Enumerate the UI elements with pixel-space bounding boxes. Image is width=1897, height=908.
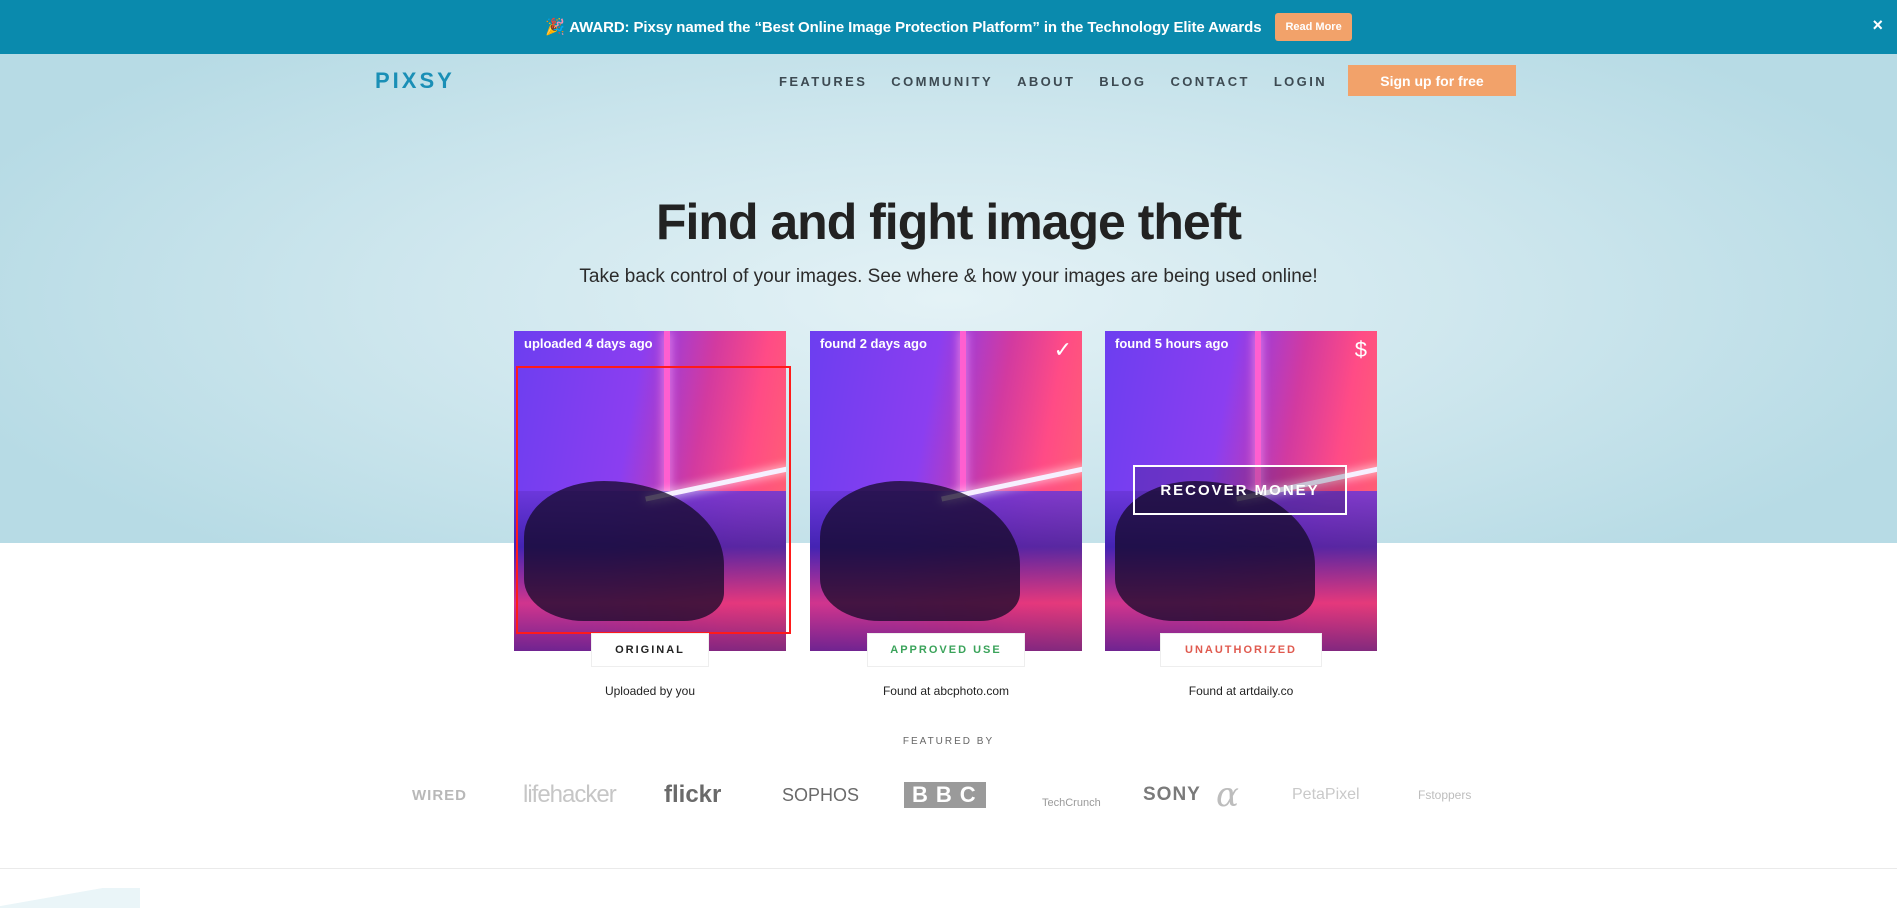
featured-label: FEATURED BY xyxy=(902,736,995,747)
card-caption: Found at artdaily.co xyxy=(1188,684,1294,698)
card-unauthorized: found 5 hours ago $ RECOVER MONEY UNAUTH… xyxy=(1105,331,1377,698)
card-original: uploaded 4 days ago ORIGINAL Uploaded by… xyxy=(514,331,791,698)
trophy-icon: 🎉 xyxy=(545,19,566,36)
card-timestamp: found 2 days ago xyxy=(820,336,927,351)
card-caption: Found at abcphoto.com xyxy=(882,684,1010,698)
flickr-logo: flickr xyxy=(664,781,722,808)
main-nav: FEATURES COMMUNITY ABOUT BLOG CONTACT LO… xyxy=(779,74,1351,89)
badge-label: APPROVED USE xyxy=(890,644,1002,656)
nav-login[interactable]: LOGIN xyxy=(1274,74,1327,89)
page-subtitle: Take back control of your images. See wh… xyxy=(579,266,1318,287)
page-title: Find and fight image theft xyxy=(655,194,1242,250)
read-more-button[interactable]: Read More xyxy=(1275,13,1352,41)
card-timestamp: found 5 hours ago xyxy=(1115,336,1229,351)
badge-label: ORIGINAL xyxy=(615,644,685,656)
status-badge: APPROVED USE xyxy=(867,633,1025,667)
nav-features[interactable]: FEATURES xyxy=(779,74,867,89)
sony-alpha-icon: α xyxy=(1216,775,1239,815)
nav-about[interactable]: ABOUT xyxy=(1017,74,1075,89)
bbc-logo: BBC xyxy=(904,782,986,808)
status-badge: UNAUTHORIZED xyxy=(1160,633,1322,667)
wired-logo: WIRED xyxy=(412,786,467,804)
sophos-logo: SOPHOS xyxy=(782,784,860,805)
selection-box xyxy=(516,366,791,634)
card-image xyxy=(810,331,1082,651)
status-badge: ORIGINAL xyxy=(591,633,709,667)
card-approved: found 2 days ago ✓ APPROVED USE Found at… xyxy=(810,331,1082,698)
fstoppers-logo: Fstoppers xyxy=(1418,788,1472,802)
nav-contact[interactable]: CONTACT xyxy=(1170,74,1249,89)
nav-blog[interactable]: BLOG xyxy=(1099,74,1146,89)
award-banner: 🎉 AWARD: Pixsy named the “Best Online Im… xyxy=(0,0,1897,54)
close-icon[interactable]: × xyxy=(1872,15,1883,36)
signup-button[interactable]: Sign up for free xyxy=(1348,65,1516,96)
award-text: AWARD: Pixsy named the “Best Online Imag… xyxy=(569,18,1262,36)
petapixel-logo: PetaPixel xyxy=(1292,786,1360,803)
section-divider xyxy=(0,868,1897,869)
sony-logo: SONY xyxy=(1143,784,1201,805)
press-logos: WIRED lifehacker flickr SOPHOS BBC TechC… xyxy=(0,775,1897,815)
recover-money-button[interactable]: RECOVER MONEY xyxy=(1133,465,1347,515)
decorative-corner xyxy=(0,888,140,908)
techcrunch-logo: TechCrunch xyxy=(1042,797,1101,809)
badge-label: UNAUTHORIZED xyxy=(1185,644,1297,656)
check-icon: ✓ xyxy=(1053,337,1072,362)
lifehacker-logo: lifehacker xyxy=(523,781,617,808)
card-caption: Uploaded by you xyxy=(604,684,696,698)
nav-community[interactable]: COMMUNITY xyxy=(891,74,993,89)
pixsy-logo[interactable]: PIXSY xyxy=(375,68,455,94)
card-timestamp: uploaded 4 days ago xyxy=(524,336,653,351)
dollar-icon: $ xyxy=(1354,337,1367,362)
